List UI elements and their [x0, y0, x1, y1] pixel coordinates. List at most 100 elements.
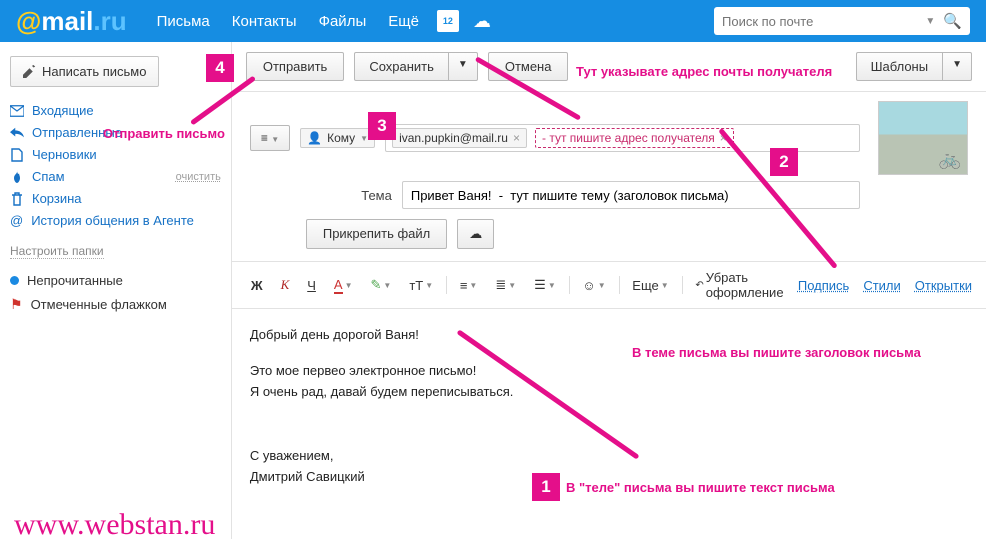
cancel-button[interactable]: Отмена	[488, 52, 569, 81]
cloud-icon[interactable]: ☁	[473, 11, 491, 32]
cards-link[interactable]: Открытки	[915, 278, 972, 293]
collapse-toggle[interactable]: ≡ ▼	[250, 125, 290, 151]
align-button[interactable]: ≡▼	[455, 275, 483, 296]
trash-icon	[10, 192, 24, 206]
folder-spam[interactable]: Спам очистить	[10, 169, 221, 184]
person-icon: 👤	[307, 131, 322, 145]
annotation-body-text: В "теле" письма вы пишите текст письма	[566, 480, 835, 495]
body-line: Добрый день дорогой Ваня!	[250, 325, 968, 345]
signature-link[interactable]: Подпись	[798, 278, 849, 293]
envelope-icon	[10, 104, 24, 118]
search-box[interactable]: ▼ 🔍	[714, 7, 970, 35]
cloud-icon: ☁	[469, 226, 482, 241]
reply-icon	[10, 126, 24, 140]
hamburger-icon: ≡	[261, 131, 268, 145]
indent-icon: ≣	[495, 277, 506, 293]
folder-drafts[interactable]: Черновики	[10, 147, 221, 162]
recipient-hint-text: - тут пишите адрес получателя	[542, 131, 715, 145]
styles-link[interactable]: Стили	[863, 278, 900, 293]
filter-unread[interactable]: Непрочитанные	[10, 273, 221, 288]
recipient-hint-chip: - тут пишите адрес получателя×	[535, 128, 734, 148]
search-icon[interactable]: 🔍	[943, 12, 962, 30]
templates-button[interactable]: Шаблоны▼	[856, 52, 972, 81]
undo-icon: ↶	[695, 280, 703, 291]
italic-button[interactable]: К	[276, 274, 295, 296]
underline-button[interactable]: Ч	[302, 275, 321, 296]
body-line: Это мое первео электронное письмо!	[250, 361, 968, 381]
flag-icon: ⚑	[10, 296, 23, 313]
body-line: Я очень рад, давай будем переписываться.	[250, 382, 968, 402]
remove-chip-icon[interactable]: ×	[513, 131, 520, 145]
subject-input[interactable]	[402, 181, 860, 209]
logo[interactable]: @mail.ru	[16, 6, 127, 37]
annotation-number-2: 2	[770, 148, 798, 176]
at-icon: @	[10, 213, 23, 228]
setup-folders-link[interactable]: Настроить папки	[10, 244, 104, 259]
message-body[interactable]: Добрый день дорогой Ваня! Это мое первео…	[232, 309, 986, 539]
attach-button[interactable]: Прикрепить файл	[306, 219, 447, 249]
save-label: Сохранить	[355, 53, 449, 80]
compose-icon	[23, 65, 36, 78]
chevron-down-icon[interactable]: ▼	[449, 53, 477, 80]
bullet-icon: ☰	[534, 277, 546, 293]
filter-flagged[interactable]: ⚑ Отмеченные флажком	[10, 296, 221, 313]
save-button[interactable]: Сохранить▼	[354, 52, 478, 81]
folder-chat-label: История общения в Агенте	[31, 213, 194, 228]
font-color-button[interactable]: A▼	[329, 274, 358, 297]
align-icon: ≡	[460, 278, 468, 293]
folder-trash[interactable]: Корзина	[10, 191, 221, 206]
send-button[interactable]: Отправить	[246, 52, 344, 81]
attach-row: Прикрепить файл ☁	[232, 209, 986, 261]
folder-trash-label: Корзина	[32, 191, 82, 206]
fire-icon	[10, 170, 24, 184]
chevron-down-icon[interactable]: ▼	[360, 134, 368, 143]
avatar-thumbnail[interactable]: 🚲	[878, 101, 968, 175]
smile-icon: ☺	[582, 278, 595, 293]
subject-row: Тема	[232, 175, 986, 209]
remove-format-button[interactable]: ↶ Убрать оформление	[690, 267, 790, 303]
indent-button[interactable]: ≣▼	[490, 274, 521, 296]
compose-button[interactable]: Написать письмо	[10, 56, 159, 87]
search-input[interactable]	[722, 14, 917, 29]
templates-label: Шаблоны	[857, 53, 944, 80]
folder-chat-history[interactable]: @ История общения в Агенте	[10, 213, 221, 228]
annotation-number-3: 3	[368, 112, 396, 140]
list-button[interactable]: ☰▼	[529, 274, 561, 296]
emoji-button[interactable]: ☺▼	[577, 275, 610, 296]
brush-icon: ✎	[371, 277, 382, 293]
to-label: Кому	[327, 131, 355, 145]
folder-spam-label: Спам	[32, 169, 65, 184]
nav-files[interactable]: Файлы	[319, 13, 367, 30]
nav-links: Письма Контакты Файлы Ещё	[157, 13, 419, 30]
body-line: С уважением,	[250, 446, 968, 466]
to-row: ≡ ▼ 👤 Кому ▼ ivan.pupkin@mail.ru × - тут пи…	[232, 92, 986, 175]
attach-cloud-button[interactable]: ☁	[457, 219, 494, 249]
nav-letters[interactable]: Письма	[157, 13, 210, 30]
search-dropdown-icon[interactable]: ▼	[925, 16, 935, 27]
annotation-number-1: 1	[532, 473, 560, 501]
folder-inbox[interactable]: Входящие	[10, 103, 221, 118]
nav-more[interactable]: Ещё	[388, 13, 419, 30]
nav-contacts[interactable]: Контакты	[232, 13, 297, 30]
compose-pane: Отправить Сохранить▼ Отмена Шаблоны▼ ≡ ▼…	[231, 42, 986, 539]
annotation-addr-text: Тут указывате адрес почты получателя	[576, 64, 832, 79]
recipient-chip[interactable]: ivan.pupkin@mail.ru ×	[392, 128, 527, 148]
recipient-email: ivan.pupkin@mail.ru	[399, 131, 508, 145]
watermark-url: www.webstan.ru	[14, 508, 215, 542]
clear-spam-link[interactable]: очистить	[176, 171, 221, 183]
font-size-button[interactable]: тT▼	[404, 275, 438, 296]
dot-icon	[10, 276, 19, 285]
calendar-icon[interactable]: 12	[437, 10, 459, 32]
folder-drafts-label: Черновики	[32, 147, 97, 162]
highlight-button[interactable]: ✎▼	[366, 274, 397, 296]
annotation-send-text: Отправить письмо	[103, 126, 225, 141]
chevron-down-icon[interactable]: ▼	[943, 53, 971, 80]
more-format-button[interactable]: Еще▼	[627, 275, 673, 296]
bold-button[interactable]: Ж	[246, 275, 268, 296]
filter-flagged-label: Отмеченные флажком	[31, 297, 167, 312]
header-bar: @mail.ru Письма Контакты Файлы Ещё 12 ☁ …	[0, 0, 986, 42]
doc-icon	[10, 148, 24, 162]
bicycle-icon: 🚲	[939, 149, 961, 170]
to-label-chip[interactable]: 👤 Кому ▼	[300, 128, 375, 148]
filter-unread-label: Непрочитанные	[27, 273, 123, 288]
